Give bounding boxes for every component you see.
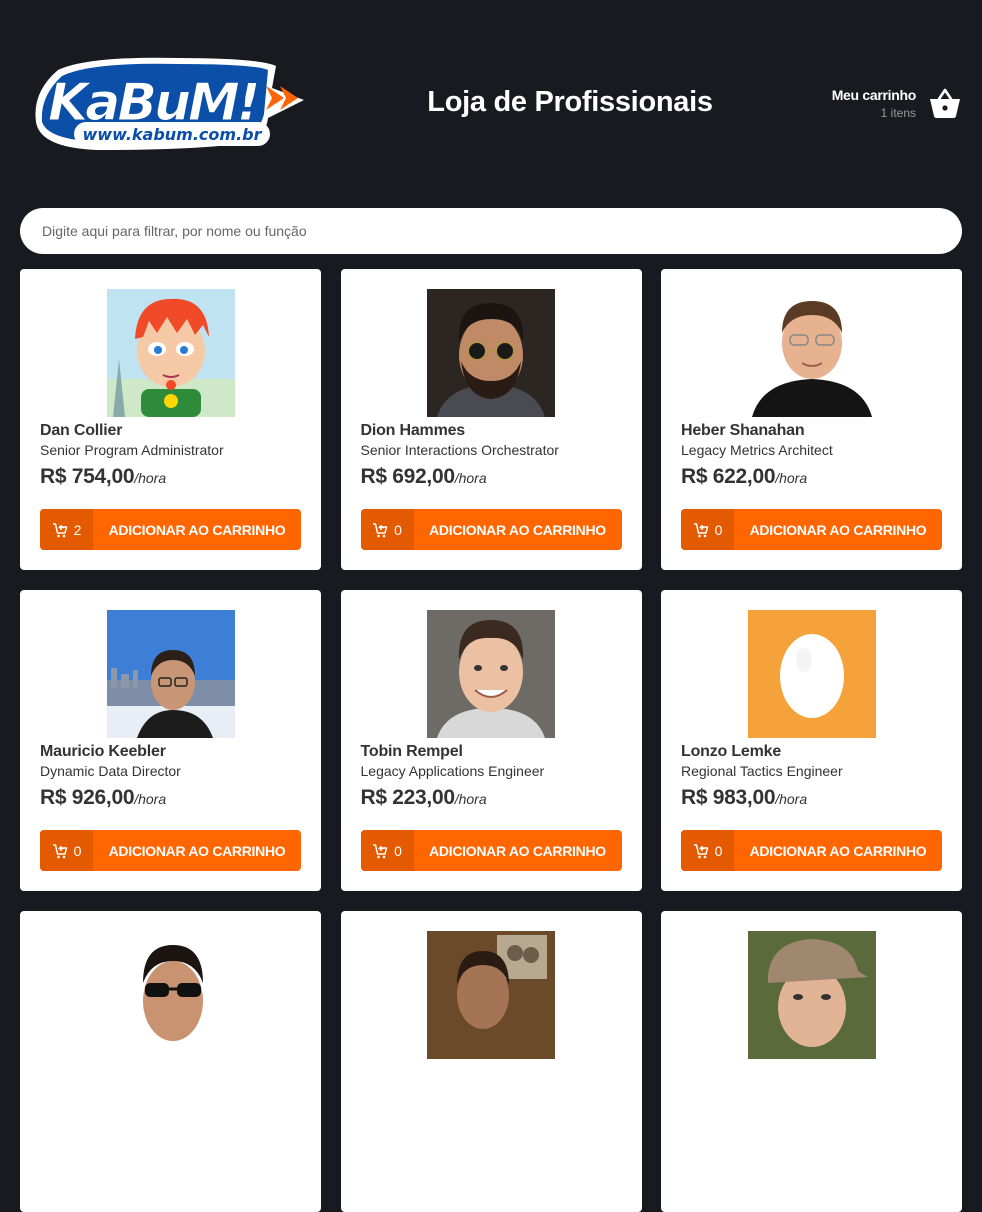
price-unit: /hora [454,470,487,486]
quantity-value: 2 [73,521,82,538]
cart-quantity: 0 [360,509,414,550]
kabum-logo[interactable]: KaBuM! www.kabum.com.br [28,52,308,152]
cart-quantity: 0 [360,830,414,871]
product-name: Lonzo Lemke [681,743,782,760]
avatar [427,610,555,738]
person-photo-image [427,931,555,1059]
product-role: Senior Program Administrator [40,442,224,458]
product-card [20,911,321,1212]
price-unit: /hora [134,791,167,807]
quantity-value: 0 [394,521,402,538]
person-photo-image [106,610,235,738]
product-price: R$ 926,00 [40,786,135,809]
search-input[interactable] [20,208,962,254]
avatar [106,289,235,417]
person-photo-image [747,931,876,1059]
add-to-cart-icon [373,522,388,537]
person-photo-image [427,289,555,417]
kabum-logo-image: KaBuM! www.kabum.com.br [35,57,304,150]
add-to-cart-button[interactable]: 2 ADICIONAR AO CARRINHO [40,509,301,550]
price-row: R$ 692,00/hora [361,465,622,489]
product-name: Dion Hammes [360,422,466,439]
product-role: Dynamic Data Director [40,763,181,779]
price-row: R$ 754,00/hora [40,465,301,489]
product-card: Lonzo Lemke Regional Tactics Engineer R$… [661,590,962,891]
quantity-value: 0 [73,842,82,859]
product-price: R$ 983,00 [681,786,776,809]
product-role: Legacy Applications Engineer [360,763,545,779]
cart-label: Meu carrinho [831,86,917,103]
product-name: Tobin Rempel [360,743,463,760]
cart-button[interactable]: Meu carrinho 1 itens [832,86,962,120]
price-row: R$ 223,00/hora [361,786,622,810]
add-to-cart-button[interactable]: 0 ADICIONAR AO CARRINHO [360,509,622,550]
price-row: R$ 926,00/hora [40,786,301,810]
product-grid: Dan Collier Senior Program Administrator… [20,269,962,1212]
product-card: Heber Shanahan Legacy Metrics Architect … [661,269,962,570]
add-to-cart-icon [52,843,67,858]
add-to-cart-label: ADICIONAR AO CARRINHO [429,842,606,859]
avatar [106,610,235,738]
cart-summary: Meu carrinho 1 itens [831,86,917,120]
add-to-cart-button[interactable]: 0 ADICIONAR AO CARRINHO [40,830,301,871]
page-title: Loja de Profissionais [427,86,713,118]
person-photo-image [106,931,235,1059]
cart-quantity: 0 [681,830,734,871]
add-to-cart-label: ADICIONAR AO CARRINHO [108,521,286,538]
price-row: R$ 622,00/hora [681,465,942,489]
add-to-cart-button[interactable]: 0 ADICIONAR AO CARRINHO [681,830,942,871]
quantity-value: 0 [714,521,723,538]
add-to-cart-icon [693,522,708,537]
avatar [427,289,555,417]
avatar [747,289,876,417]
add-to-cart-label: ADICIONAR AO CARRINHO [749,842,927,859]
person-photo-image [747,289,876,417]
brand-url: www.kabum.com.br [83,125,263,144]
product-card: Mauricio Keebler Dynamic Data Director R… [20,590,321,891]
header: KaBuM! www.kabum.com.br Loja de Profissi… [0,0,982,200]
add-to-cart-icon [373,843,388,858]
product-name: Dan Collier [40,422,123,439]
product-price: R$ 223,00 [360,786,456,809]
product-name: Heber Shanahan [681,422,805,439]
product-role: Legacy Metrics Architect [681,442,833,458]
product-price: R$ 692,00 [360,465,456,488]
cart-quantity: 0 [40,830,93,871]
price-row: R$ 983,00/hora [681,786,942,810]
cart-quantity: 2 [40,509,93,550]
product-role: Senior Interactions Orchestrator [360,442,559,458]
add-to-cart-button[interactable]: 0 ADICIONAR AO CARRINHO [681,509,942,550]
cart-count: 1 itens [880,105,916,120]
avatar [427,931,555,1059]
add-to-cart-label: ADICIONAR AO CARRINHO [108,842,286,859]
avatar [747,931,876,1059]
add-to-cart-label: ADICIONAR AO CARRINHO [749,521,927,538]
avatar [747,610,876,738]
price-unit: /hora [775,791,808,807]
default-egg-avatar-image [747,610,876,738]
product-role: Regional Tactics Engineer [681,763,843,779]
cartoon-avatar-image [106,289,235,417]
avatar [106,931,235,1059]
add-to-cart-button[interactable]: 0 ADICIONAR AO CARRINHO [360,830,622,871]
product-card: Tobin Rempel Legacy Applications Enginee… [340,590,642,891]
shopping-basket-icon [930,88,960,118]
price-unit: /hora [134,470,167,486]
cart-quantity: 0 [681,509,734,550]
person-photo-image [427,610,555,738]
add-to-cart-icon [52,522,67,537]
product-card [340,911,642,1212]
add-to-cart-label: ADICIONAR AO CARRINHO [429,521,606,538]
product-price: R$ 622,00 [681,465,776,488]
product-card: Dan Collier Senior Program Administrator… [20,269,321,570]
quantity-value: 0 [714,842,723,859]
product-name: Mauricio Keebler [40,743,166,760]
product-card [661,911,962,1212]
price-unit: /hora [454,791,487,807]
product-card: Dion Hammes Senior Interactions Orchestr… [340,269,642,570]
quantity-value: 0 [394,842,402,859]
add-to-cart-icon [693,843,708,858]
product-price: R$ 754,00 [40,465,135,488]
price-unit: /hora [775,470,808,486]
